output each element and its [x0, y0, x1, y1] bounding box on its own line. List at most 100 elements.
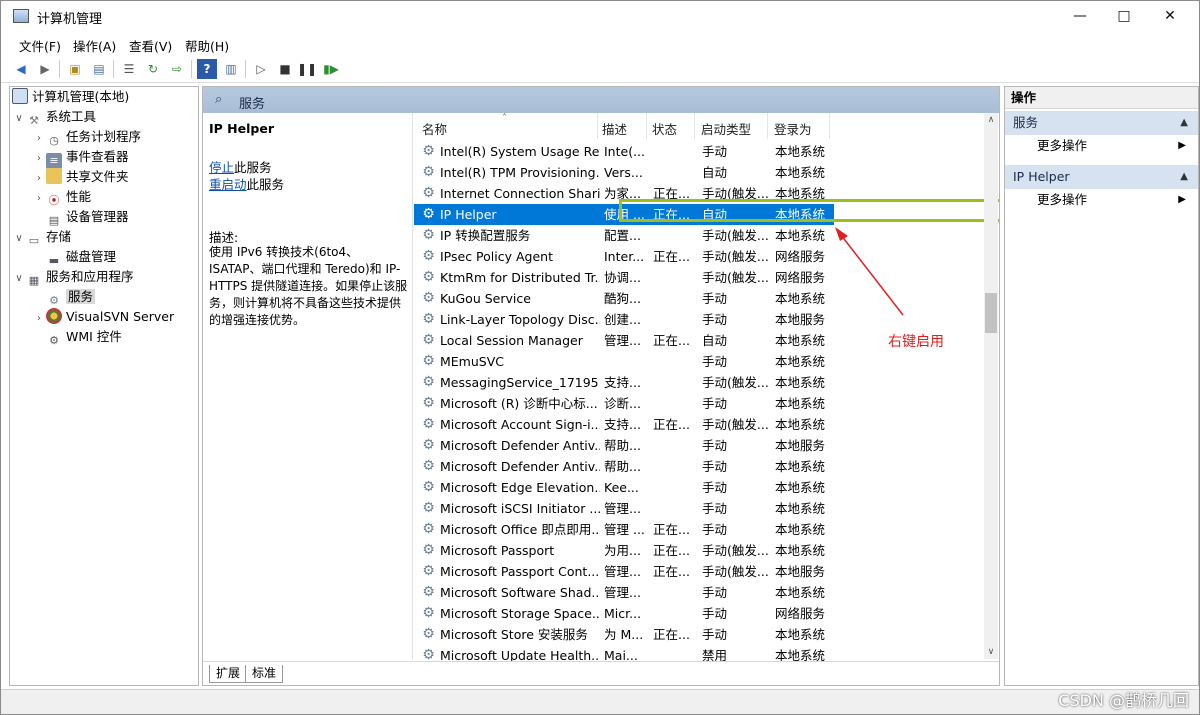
scroll-down-icon[interactable]: ∨	[984, 645, 998, 659]
service-row[interactable]: ⚙ Microsoft Store 安装服务 为 M... 正在... 手动 本地系统	[414, 624, 834, 645]
service-description: Vers...	[604, 165, 643, 180]
column-status[interactable]: 状态	[652, 119, 677, 138]
pause-service-icon[interactable]: ❚❚	[297, 59, 317, 79]
service-row[interactable]: ⚙ Local Session Manager 管理... 正在... 自动 本地系统	[414, 330, 834, 351]
menu-help[interactable]: 帮助(H)	[185, 36, 229, 55]
tab-extended[interactable]: 扩展	[209, 665, 248, 683]
selected-service-name: IP Helper	[209, 121, 274, 136]
collapse-up-icon[interactable]: ▲	[1180, 111, 1188, 135]
service-row[interactable]: ⚙ Microsoft Office 即点即用... 管理 ... 正在... 手动 本地…	[414, 519, 834, 540]
menu-action[interactable]: 操作(A)	[73, 36, 116, 55]
tree-item-visualsvn-server[interactable]: › VisualSVN Server	[32, 307, 174, 327]
service-description: 帮助...	[604, 459, 641, 474]
tree-item-services-and-applications[interactable]: ∨ ▦ 服务和应用程序	[12, 267, 133, 289]
service-row[interactable]: ⚙ KuGou Service 酷狗... 手动 本地系统	[414, 288, 834, 309]
services-pane-title: 服务	[239, 97, 266, 112]
gear-icon: ⚙	[422, 227, 435, 243]
service-row[interactable]: ⚙ Microsoft Storage Space... Micr... 手动 网络服务	[414, 603, 834, 624]
gear-icon: ⚙	[422, 332, 435, 348]
tree-item-disk-management[interactable]: ▬ 磁盘管理	[32, 247, 116, 267]
actions-section-services[interactable]: 服务 ▲	[1005, 111, 1198, 135]
tree-item-computer-management[interactable]: 计算机管理(本地)	[12, 87, 129, 107]
actions-section-ip-helper[interactable]: IP Helper ▲	[1005, 165, 1198, 189]
export-list-icon[interactable]: ⇨	[167, 59, 187, 79]
service-log-on-as: 本地服务	[775, 312, 826, 327]
service-row[interactable]: ⚙ Microsoft Defender Antiv... 帮助... 手动 本地系统	[414, 456, 834, 477]
collapse-icon[interactable]: ∨	[12, 109, 26, 129]
service-log-on-as: 网络服务	[775, 606, 826, 621]
service-description: 支持...	[604, 375, 641, 390]
properties-icon[interactable]: ☰	[119, 59, 139, 79]
service-row[interactable]: ⚙ Microsoft Edge Elevation... Kee... 手动 本地系统	[414, 477, 834, 498]
service-row[interactable]: ⚙ IPsec Policy Agent Inter... 正在... 手动(触发...…	[414, 246, 834, 267]
service-row[interactable]: ⚙ Link-Layer Topology Disc... 创建... 手动 本地服务	[414, 309, 834, 330]
collapse-up-icon[interactable]: ▲	[1180, 165, 1188, 189]
service-log-on-as: 本地系统	[775, 627, 826, 642]
tree-item-shared-folders[interactable]: › 共享文件夹	[32, 167, 129, 187]
tree-item-task-scheduler[interactable]: › ◷ 任务计划程序	[32, 127, 141, 147]
tree-item-system-tools[interactable]: ∨ ⚒ 系统工具	[12, 107, 96, 127]
help-icon[interactable]: ?	[197, 59, 217, 79]
restart-service-icon[interactable]: ▮▶	[321, 59, 341, 79]
gear-icon: ⚙	[422, 437, 435, 453]
minimize-button[interactable]: —	[1057, 1, 1103, 33]
maximize-button[interactable]: □	[1101, 1, 1147, 33]
action-pane-icon[interactable]: ▥	[221, 59, 241, 79]
more-actions-ip-helper[interactable]: 更多操作 ▶	[1005, 189, 1198, 211]
collapse-icon[interactable]: ∨	[12, 229, 26, 249]
show-hide-tree-icon[interactable]: ▤	[89, 59, 109, 79]
tree-item-performance[interactable]: › ⦿ 性能	[32, 187, 91, 207]
expand-icon[interactable]: ›	[32, 129, 46, 149]
start-service-icon[interactable]: ▷	[251, 59, 271, 79]
service-row[interactable]: ⚙ Intel(R) TPM Provisioning... Vers... 自动 本地…	[414, 162, 834, 183]
gear-icon: ⚙	[422, 374, 435, 390]
service-row[interactable]: ⚙ Microsoft iSCSI Initiator ... 管理... 手动 本地系…	[414, 498, 834, 519]
column-description[interactable]: 描述	[602, 119, 627, 138]
vertical-scrollbar[interactable]: ∧ ∨	[984, 113, 998, 659]
scroll-thumb[interactable]	[985, 293, 997, 333]
column-log-on-as[interactable]: 登录为	[774, 119, 812, 138]
service-row[interactable]: ⚙ Microsoft (R) 诊断中心标... 诊断... 手动 本地系统	[414, 393, 834, 414]
menu-bar: 文件(F) 操作(A) 查看(V) 帮助(H)	[1, 33, 1199, 55]
tree-item-event-viewer[interactable]: › ≡ 事件查看器	[32, 147, 129, 169]
expand-icon[interactable]: ›	[32, 189, 46, 209]
restart-service-link[interactable]: 重启动	[209, 177, 247, 192]
stop-service-link[interactable]: 停止	[209, 160, 234, 175]
forward-icon[interactable]: ▶	[35, 59, 55, 79]
service-row[interactable]: ⚙ KtmRm for Distributed Tr... 协调... 手动(触发..…	[414, 267, 834, 288]
collapse-icon[interactable]: ∨	[12, 269, 26, 289]
close-button[interactable]: ✕	[1147, 1, 1193, 33]
service-row[interactable]: ⚙ IP 转换配置服务 配置... 手动(触发... 本地系统	[414, 225, 834, 246]
service-row[interactable]: ⚙ Microsoft Software Shad... 管理... 手动 本地系统	[414, 582, 834, 603]
column-startup-type[interactable]: 启动类型	[701, 119, 751, 138]
service-row[interactable]: ⚙ MessagingService_17195... 支持... 手动(触发... 本…	[414, 372, 834, 393]
menu-view[interactable]: 查看(V)	[129, 36, 172, 55]
refresh-icon[interactable]: ↻	[143, 59, 163, 79]
expand-icon[interactable]: ›	[32, 169, 46, 189]
up-folder-icon[interactable]: ▣	[65, 59, 85, 79]
service-row[interactable]: ⚙ MEmuSVC 手动 本地系统	[414, 351, 834, 372]
service-row[interactable]: ⚙ Microsoft Account Sign-i... 支持... 正在... 手动…	[414, 414, 834, 435]
service-row[interactable]: ⚙ Microsoft Passport Cont... 管理... 正在... 手动(…	[414, 561, 834, 582]
expand-icon[interactable]: ›	[32, 309, 46, 329]
expand-icon[interactable]: ›	[32, 149, 46, 169]
tree-item-device-manager[interactable]: ▤ 设备管理器	[32, 207, 129, 227]
service-name: Internet Connection Shari...	[440, 186, 600, 201]
menu-file[interactable]: 文件(F)	[19, 36, 61, 55]
back-icon[interactable]: ◀	[11, 59, 31, 79]
tab-standard[interactable]: 标准	[245, 665, 284, 683]
service-log-on-as: 本地系统	[775, 543, 826, 558]
tree-item-storage[interactable]: ∨ ▭ 存储	[12, 227, 71, 247]
stop-service-icon[interactable]: ■	[275, 59, 295, 79]
more-actions-services[interactable]: 更多操作 ▶	[1005, 135, 1198, 157]
service-row[interactable]: ⚙ Intel(R) System Usage Re... Inte(... 手动 本地…	[414, 141, 834, 162]
tree-item-services[interactable]: ⚙ 服务	[32, 287, 96, 307]
service-row[interactable]: ⚙ Microsoft Passport 为用... 正在... 手动(触发... 本地系…	[414, 540, 834, 561]
service-row[interactable]: ⚙ Microsoft Defender Antiv... 帮助... 手动 本地服务	[414, 435, 834, 456]
service-name: Microsoft Passport	[440, 543, 555, 558]
tree-item-wmi-control[interactable]: ⚙ WMI 控件	[32, 327, 122, 347]
gear-icon: ⚙	[422, 311, 435, 327]
column-name[interactable]: 名称	[422, 119, 447, 138]
service-startup-type: 手动	[702, 396, 728, 411]
scroll-up-icon[interactable]: ∧	[984, 113, 998, 127]
